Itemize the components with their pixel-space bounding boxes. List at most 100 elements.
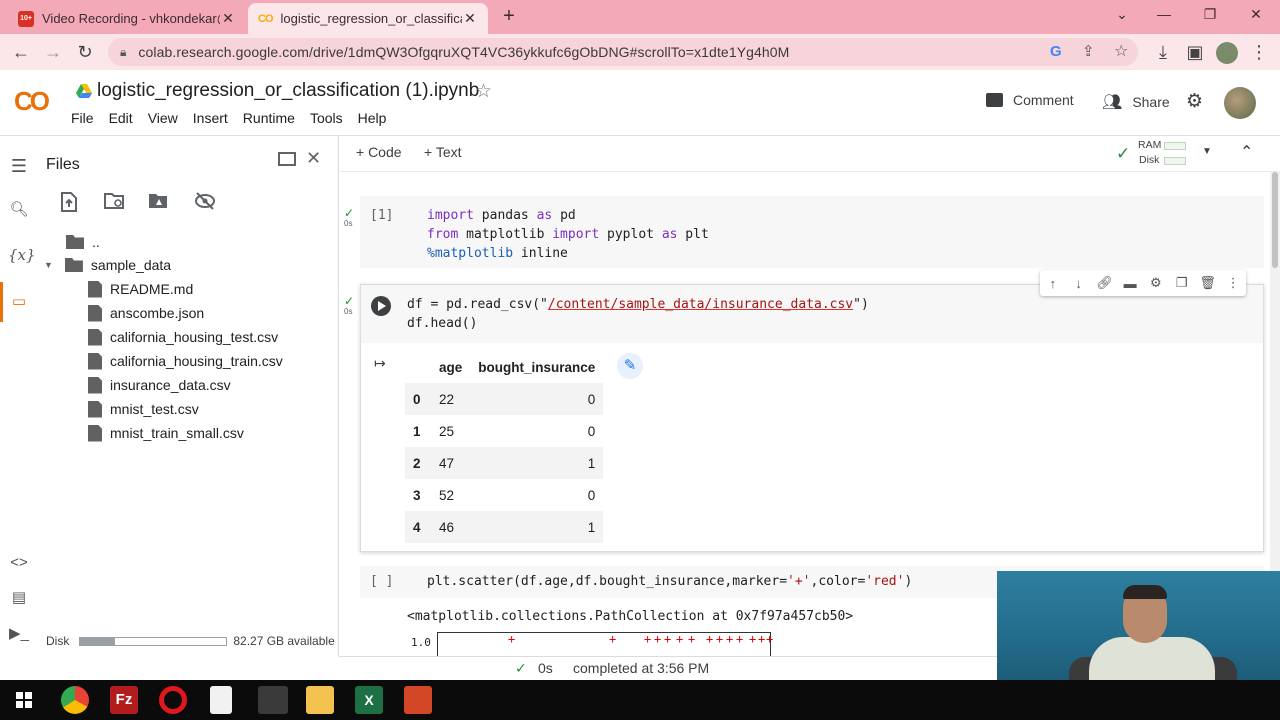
code-cell-2[interactable]: df = pd.read_csv("/content/sample_data/i… <box>360 284 1264 552</box>
tab-colab-notebook[interactable]: CO logistic_regression_or_classificati ✕ <box>248 3 488 34</box>
menu-help[interactable]: Help <box>358 110 387 126</box>
powerpoint-icon[interactable] <box>404 686 432 714</box>
side-panel-icon[interactable]: ▣ <box>1184 42 1206 64</box>
excel-icon[interactable]: X <box>355 686 383 714</box>
file-item[interactable]: california_housing_train.csv <box>88 350 283 372</box>
code-editor[interactable]: import pandas as pd from matplotlib impor… <box>427 206 709 263</box>
colab-header: CO logistic_regression_or_classification… <box>0 70 1280 136</box>
files-folder-icon[interactable]: ▭ <box>8 292 30 314</box>
parent-directory[interactable]: .. <box>66 231 100 253</box>
run-cell-button[interactable] <box>371 296 391 316</box>
more-options-icon[interactable]: ⋮ <box>1225 275 1241 291</box>
avatar[interactable] <box>1224 87 1256 119</box>
colab-logo[interactable]: CO <box>14 86 50 117</box>
code-cell-1[interactable]: [1] import pandas as pd from matplotlib i… <box>360 196 1264 268</box>
resource-monitor[interactable]: RAM Disk <box>1138 139 1204 169</box>
command-palette-icon[interactable]: ▤ <box>8 588 30 610</box>
scrollbar-thumb[interactable] <box>1272 172 1278 268</box>
bookmark-star-icon[interactable]: ☆ <box>1114 41 1128 61</box>
notepad-icon[interactable] <box>210 686 232 714</box>
code-editor[interactable]: plt.scatter(df.age,df.bought_insurance,m… <box>427 572 912 591</box>
plot-marker: + <box>766 632 773 646</box>
refresh-folder-icon[interactable] <box>104 192 126 214</box>
tab-video-recording[interactable]: 10+ Video Recording - vhkondekar@ ✕ <box>8 3 246 34</box>
menu-runtime[interactable]: Runtime <box>243 110 295 126</box>
cell-settings-icon[interactable]: ⚙ <box>1148 275 1164 291</box>
opera-icon[interactable] <box>159 686 187 714</box>
file-item[interactable]: california_housing_test.csv <box>88 326 278 348</box>
execution-count[interactable]: [ ] <box>370 574 393 589</box>
index-header <box>405 351 431 383</box>
window-close-icon[interactable]: ✕ <box>1244 6 1268 26</box>
close-icon[interactable]: ✕ <box>462 10 478 27</box>
move-down-icon[interactable]: ↓ <box>1071 276 1087 291</box>
browser-menu-icon[interactable]: ⋮ <box>1248 42 1270 64</box>
output-menu-icon[interactable]: ↦ <box>374 355 386 372</box>
file-explorer-icon[interactable] <box>306 686 334 714</box>
code-editor[interactable]: df = pd.read_csv("/content/sample_data/i… <box>407 295 869 333</box>
folder-sample-data[interactable]: ▼ sample_data <box>44 254 171 276</box>
link-icon[interactable]: 🔗︎ <box>1096 275 1113 291</box>
connect-dropdown-icon[interactable]: ▼ <box>1202 146 1212 157</box>
forward-arrow-icon[interactable]: → <box>42 42 64 64</box>
add-text-button[interactable]: + Text <box>424 144 462 160</box>
upload-file-icon[interactable] <box>60 192 82 214</box>
tab-search-icon[interactable]: ⌄ <box>1110 6 1134 26</box>
add-code-button[interactable]: + Code <box>356 144 402 160</box>
new-tab-panel-icon[interactable] <box>278 152 296 166</box>
windows-taskbar: Fz X <box>0 680 1280 720</box>
move-up-icon[interactable]: ↑ <box>1045 276 1061 291</box>
disk-available: 82.27 GB available <box>233 634 335 648</box>
file-item[interactable]: insurance_data.csv <box>88 374 231 396</box>
google-icon[interactable]: G <box>1050 43 1062 60</box>
profile-avatar-icon[interactable] <box>1216 42 1238 64</box>
menu-view[interactable]: View <box>148 110 178 126</box>
disk-label: Disk <box>46 634 70 648</box>
delete-icon[interactable]: 🗑︎ <box>1199 275 1216 291</box>
variables-icon[interactable]: {x} <box>8 246 36 268</box>
windows-start-icon[interactable] <box>16 692 32 708</box>
active-app-icon[interactable] <box>258 686 288 714</box>
execution-count[interactable]: [1] <box>370 208 393 223</box>
plot-marker: + <box>706 632 713 646</box>
menu-tools[interactable]: Tools <box>310 110 343 126</box>
restore-icon[interactable]: ❐ <box>1198 6 1222 26</box>
file-item[interactable]: anscombe.json <box>88 302 204 324</box>
back-arrow-icon[interactable]: ← <box>10 42 32 64</box>
download-icon[interactable]: ⤓ <box>1152 42 1174 64</box>
file-item[interactable]: README.md <box>88 278 193 300</box>
close-icon[interactable]: ✕ <box>220 10 236 27</box>
magic-wand-icon[interactable]: ✎ <box>617 353 643 379</box>
url-text: colab.research.google.com/drive/1dmQW3Of… <box>138 44 790 60</box>
new-tab-button[interactable]: + <box>498 6 520 28</box>
code-snippets-icon[interactable]: <> <box>8 554 30 576</box>
menu-edit[interactable]: Edit <box>109 110 133 126</box>
files-panel: Files ✕ .. ▼ sample_data README.md ansco… <box>38 136 339 656</box>
menu-file[interactable]: File <box>71 110 94 126</box>
status-completed[interactable]: completed at 3:56 PM <box>573 660 709 676</box>
comment-cell-icon[interactable]: ▬ <box>1122 276 1138 291</box>
mount-drive-icon[interactable] <box>148 192 170 214</box>
hide-files-icon[interactable] <box>194 192 216 214</box>
mirror-cell-icon[interactable]: ❐ <box>1174 275 1190 291</box>
reload-icon[interactable]: ↻ <box>74 42 96 64</box>
chrome-icon[interactable] <box>61 686 89 714</box>
collapse-header-icon[interactable]: ⌃ <box>1240 142 1253 162</box>
file-item[interactable]: mnist_train_small.csv <box>88 422 244 444</box>
share-button[interactable]: 👥︎ Share <box>1102 92 1170 112</box>
search-icon[interactable]: 🔍︎ <box>8 200 30 222</box>
terminal-icon[interactable]: ▶_ <box>8 624 30 646</box>
settings-gear-icon[interactable]: ⚙ <box>1186 90 1203 113</box>
star-icon[interactable]: ☆ <box>475 80 492 103</box>
filezilla-icon[interactable]: Fz <box>110 686 138 714</box>
notebook-title[interactable]: logistic_regression_or_classification (1… <box>97 80 479 102</box>
menu-insert[interactable]: Insert <box>193 110 228 126</box>
share-page-icon[interactable]: ⇪ <box>1082 42 1095 60</box>
url-field[interactable]: 🔒︎ colab.research.google.com/drive/1dmQW… <box>108 38 1138 66</box>
file-item[interactable]: mnist_test.csv <box>88 398 199 420</box>
minimize-icon[interactable]: — <box>1152 6 1176 26</box>
folder-label: sample_data <box>90 257 172 273</box>
table-of-contents-icon[interactable]: ☰ <box>8 156 30 178</box>
comment-button[interactable]: Comment <box>986 92 1074 108</box>
close-panel-icon[interactable]: ✕ <box>306 148 321 169</box>
